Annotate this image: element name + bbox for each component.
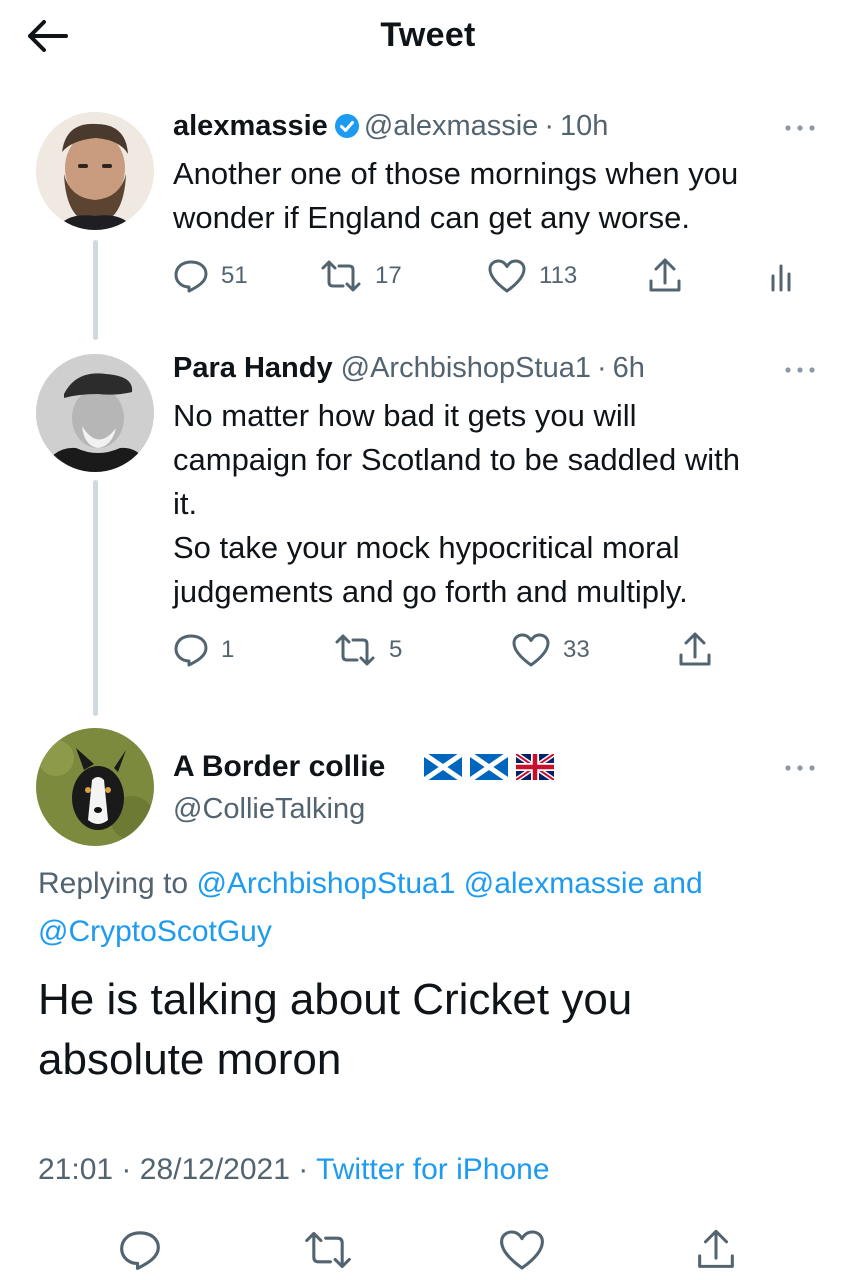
like-button[interactable]: 33 xyxy=(511,628,590,672)
reply-icon xyxy=(120,1231,160,1270)
tweet-time[interactable]: 6h xyxy=(613,352,645,384)
tweet-time[interactable]: 10h xyxy=(560,110,608,142)
scotland-flag-icon xyxy=(424,754,462,780)
tweet-text: No matter how bad it gets you will campa… xyxy=(173,398,740,609)
separator-dot: · xyxy=(596,352,607,384)
heart-icon xyxy=(488,259,526,293)
separator-dot: · xyxy=(121,1153,132,1186)
more-horizontal-icon xyxy=(785,125,815,131)
like-count: 113 xyxy=(539,262,578,289)
reply-icon xyxy=(174,634,208,667)
avatar-border-collie[interactable] xyxy=(36,728,154,846)
retweet-icon xyxy=(321,260,361,292)
share-icon xyxy=(649,258,681,292)
like-button[interactable]: 113 xyxy=(487,254,577,298)
verified-badge-icon xyxy=(334,114,359,138)
tweet-source[interactable]: Twitter for iPhone xyxy=(316,1153,549,1186)
like-count: 33 xyxy=(563,636,590,663)
name-flags xyxy=(424,754,554,780)
tweet-time: 21:01 xyxy=(38,1153,114,1186)
avatar-para-handy[interactable] xyxy=(36,354,154,472)
thread-connector xyxy=(93,480,98,716)
share-icon xyxy=(698,1229,734,1268)
author-name[interactable]: alexmassie xyxy=(173,110,328,142)
scotland-flag-icon xyxy=(470,754,508,780)
heart-icon xyxy=(512,633,550,667)
tweet-header: alexmassie @alexmassie · 10h xyxy=(173,108,608,144)
reply-count: 1 xyxy=(221,636,235,663)
thread-connector xyxy=(93,240,98,340)
tweet-date: 28/12/2021 xyxy=(139,1153,290,1186)
avatar-alexmassie[interactable] xyxy=(36,112,154,230)
replying-prefix: Replying to xyxy=(38,867,189,900)
reply-button[interactable]: 1 xyxy=(173,628,234,672)
retweet-count: 5 xyxy=(389,636,403,663)
mention-link[interactable]: @ArchbishopStua1 xyxy=(196,867,455,900)
share-button[interactable] xyxy=(677,628,713,672)
mention-link[interactable]: @alexmassie xyxy=(464,867,645,900)
tweet-actions: 1 5 33 xyxy=(173,628,813,672)
author-handle[interactable]: @ArchbishopStua1 xyxy=(341,352,591,384)
share-button[interactable] xyxy=(647,254,683,298)
retweet-button[interactable] xyxy=(302,1224,354,1276)
heart-icon xyxy=(500,1230,544,1270)
analytics-button[interactable] xyxy=(769,254,797,298)
more-horizontal-icon xyxy=(785,367,815,373)
tweet-text: Another one of those mornings when you w… xyxy=(173,156,739,235)
author-name[interactable]: A Border collie xyxy=(173,748,385,786)
tweet-actions: 51 17 113 xyxy=(173,254,813,298)
share-icon xyxy=(679,632,711,666)
tweet-meta: 21:01 · 28/12/2021 · Twitter for iPhone xyxy=(38,1150,550,1190)
reply-button[interactable] xyxy=(114,1224,166,1276)
more-horizontal-icon xyxy=(785,765,815,771)
author-name[interactable]: Para Handy xyxy=(173,352,333,384)
author-handle[interactable]: @alexmassie xyxy=(364,110,539,142)
like-button[interactable] xyxy=(496,1224,548,1276)
reply-count: 51 xyxy=(221,262,248,289)
more-options-button[interactable] xyxy=(780,360,820,380)
tweet-header: Para Handy @ArchbishopStua1 · 6h xyxy=(173,350,645,386)
main-tweet-actions xyxy=(0,1220,856,1280)
uk-flag-icon xyxy=(516,754,554,780)
share-button[interactable] xyxy=(690,1224,742,1276)
analytics-icon xyxy=(771,264,791,292)
retweet-button[interactable]: 5 xyxy=(333,628,402,672)
mention-link[interactable]: @CryptoScotGuy xyxy=(38,915,272,948)
separator-dot: · xyxy=(298,1153,309,1186)
reply-icon xyxy=(174,260,208,293)
retweet-count: 17 xyxy=(375,262,402,289)
mention-and[interactable]: and xyxy=(653,867,703,900)
replying-to: Replying to @ArchbishopStua1 @alexmassie… xyxy=(38,860,818,956)
more-options-button[interactable] xyxy=(780,758,820,778)
page-title: Tweet xyxy=(380,16,476,54)
main-tweet-text: He is talking about Cricket you absolute… xyxy=(38,975,633,1084)
top-bar: Tweet xyxy=(0,0,856,72)
separator-dot: · xyxy=(544,110,554,142)
author-handle[interactable]: @CollieTalking xyxy=(173,790,365,828)
more-options-button[interactable] xyxy=(780,118,820,138)
reply-button[interactable]: 51 xyxy=(173,254,248,298)
retweet-button[interactable]: 17 xyxy=(319,254,402,298)
retweet-icon xyxy=(305,1231,351,1269)
retweet-icon xyxy=(335,634,375,666)
